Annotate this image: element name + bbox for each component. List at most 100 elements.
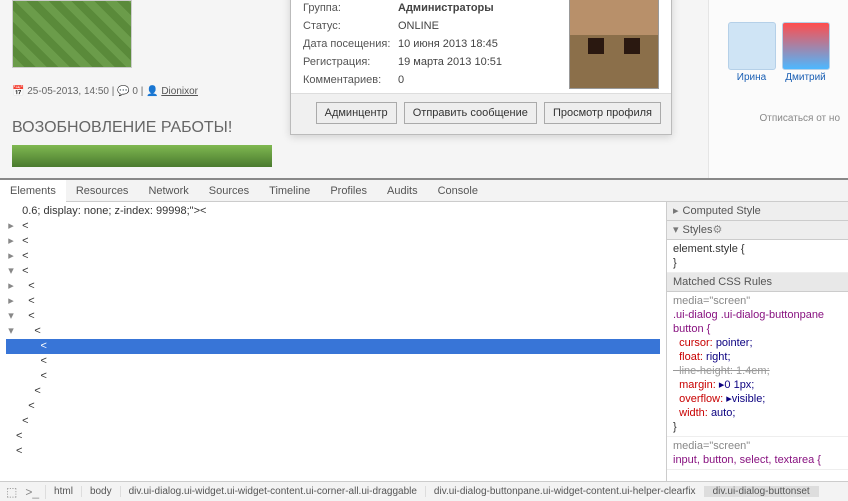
user-icon: 👤 xyxy=(146,86,158,97)
val-width: auto; xyxy=(711,407,735,419)
dom-node-line[interactable]: ▾ < xyxy=(6,309,660,324)
dom-node-line[interactable]: < xyxy=(6,354,660,369)
status-value: ONLINE xyxy=(398,17,561,35)
dom-node-line[interactable]: ▸ < xyxy=(6,279,660,294)
widget-user-1-name: Ирина xyxy=(737,72,766,83)
dom-node-line[interactable]: ▸ < xyxy=(6,234,660,249)
inspect-icon[interactable]: ⬚ xyxy=(6,485,17,499)
post-thumbnail-2[interactable] xyxy=(12,145,272,167)
group-value: Администраторы xyxy=(398,0,561,17)
styles-panel[interactable]: ▸Computed Style ▾Styles⚙ element.style {… xyxy=(666,202,848,481)
vk-icon xyxy=(728,22,776,70)
page-content: 📅 25-05-2013, 14:50 | 💬 0 | 👤 Dionixor В… xyxy=(0,0,848,178)
visit-value: 10 июня 2013 18:45 xyxy=(398,35,561,53)
gear-icon[interactable]: ⚙ xyxy=(713,223,723,237)
dom-node-line[interactable]: 0.6; display: none; z-index: 99998;">< xyxy=(6,204,660,219)
val-lh: 1.4em; xyxy=(736,365,770,377)
prop-overflow: overflow: xyxy=(679,393,723,405)
post-comments: 💬 0 xyxy=(117,86,138,97)
dom-node-line[interactable]: < xyxy=(6,369,660,384)
tab-sources[interactable]: Sources xyxy=(199,180,259,202)
dom-node-line[interactable]: < xyxy=(6,414,660,429)
prop-float: float: xyxy=(679,351,703,363)
group-label: Группа: xyxy=(303,0,398,17)
reg-label: Регистрация: xyxy=(303,53,398,71)
left-column: 📅 25-05-2013, 14:50 | 💬 0 | 👤 Dionixor В… xyxy=(12,0,282,167)
val-cursor: pointer; xyxy=(716,337,753,349)
dom-node-line[interactable]: < xyxy=(6,444,660,459)
styles-label: Styles xyxy=(683,223,713,237)
val-margin: ▸0 1px; xyxy=(719,379,755,391)
prop-lh: line-height: xyxy=(679,365,733,377)
profile-dialog: Группа:Администраторы Статус:ONLINE Дата… xyxy=(290,0,672,135)
matched-rules-label: Matched CSS Rules xyxy=(667,273,848,292)
element-style-selector: element.style { xyxy=(673,242,842,256)
sidebar-widgets: Ирина Дмитрий Отписаться от но xyxy=(708,0,848,178)
profile-buttons: Админцентр Отправить сообщение Просмотр … xyxy=(291,93,671,134)
styles-section[interactable]: ▾Styles⚙ xyxy=(667,221,848,240)
console-icon[interactable]: >_ xyxy=(25,485,39,499)
dom-node-line[interactable]: ▸ < xyxy=(6,294,660,309)
elements-tree[interactable]: 0.6; display: none; z-index: 99998;"><▸ … xyxy=(0,202,666,481)
element-style-block[interactable]: element.style { } xyxy=(667,240,848,273)
post-meta: 📅 25-05-2013, 14:50 | 💬 0 | 👤 Dionixor xyxy=(12,86,282,97)
css-rule-block-2[interactable]: media="screen" input, button, select, te… xyxy=(667,437,848,470)
game-icon xyxy=(782,22,830,70)
dom-node-line[interactable]: ▸ < xyxy=(6,219,660,234)
brace-close: } xyxy=(673,256,842,270)
tab-resources[interactable]: Resources xyxy=(66,180,139,202)
dom-node-line[interactable]: ▸ < xyxy=(6,249,660,264)
css-selector: .ui-dialog .ui-dialog-buttonpane button … xyxy=(673,308,842,336)
post-thumbnail[interactable] xyxy=(12,0,132,68)
tab-audits[interactable]: Audits xyxy=(377,180,428,202)
reg-value: 19 марта 2013 10:51 xyxy=(398,53,561,71)
profile-info: Группа:Администраторы Статус:ONLINE Дата… xyxy=(303,0,561,89)
val-overflow: ▸visible; xyxy=(726,393,765,405)
crumb-html[interactable]: html xyxy=(46,486,82,497)
visit-label: Дата посещения: xyxy=(303,35,398,53)
post-date: 📅 25-05-2013, 14:50 xyxy=(12,86,109,97)
val-float: right; xyxy=(706,351,730,363)
comments-label: Комментариев: xyxy=(303,71,398,89)
brace-close-2: } xyxy=(673,420,842,434)
send-message-button[interactable]: Отправить сообщение xyxy=(404,102,537,124)
dom-node-line[interactable]: < xyxy=(6,399,660,414)
devtools-tabs: Elements Resources Network Sources Timel… xyxy=(0,180,848,202)
unsubscribe-link[interactable]: Отписаться от но xyxy=(713,113,844,124)
tab-timeline[interactable]: Timeline xyxy=(259,180,320,202)
tab-profiles[interactable]: Profiles xyxy=(320,180,377,202)
dom-node-line[interactable]: < xyxy=(6,384,660,399)
widget-user-1[interactable]: Ирина xyxy=(728,22,776,83)
post-title: ВОЗОБНОВЛЕНИЕ РАБОТЫ! xyxy=(12,119,282,137)
status-label: Статус: xyxy=(303,17,398,35)
css-selector-2: input, button, select, textarea { xyxy=(673,453,842,467)
computed-style-section[interactable]: ▸Computed Style xyxy=(667,202,848,221)
breadcrumb: ⬚ >_ html body div.ui-dialog.ui-widget.u… xyxy=(0,481,848,501)
post-author-link[interactable]: Dionixor xyxy=(161,86,198,97)
crumb-dialog[interactable]: div.ui-dialog.ui-widget.ui-widget-conten… xyxy=(121,486,426,497)
prop-width: width: xyxy=(679,407,708,419)
css-rule-block[interactable]: media="screen" .ui-dialog .ui-dialog-but… xyxy=(667,292,848,437)
media-query: media="screen" xyxy=(673,294,842,308)
dom-node-line[interactable]: ▾ < xyxy=(6,264,660,279)
view-profile-button[interactable]: Просмотр профиля xyxy=(544,102,661,124)
tab-network[interactable]: Network xyxy=(138,180,198,202)
computed-style-label: Computed Style xyxy=(683,204,761,218)
crumb-buttonset[interactable]: div.ui-dialog-buttonset xyxy=(705,486,819,497)
crumb-buttonpane[interactable]: div.ui-dialog-buttonpane.ui-widget-conte… xyxy=(426,486,705,497)
widget-user-2[interactable]: Дмитрий xyxy=(782,22,830,83)
crumb-body[interactable]: body xyxy=(82,486,121,497)
dom-node-line[interactable]: < xyxy=(6,339,660,354)
tab-console[interactable]: Console xyxy=(428,180,488,202)
devtools: Elements Resources Network Sources Timel… xyxy=(0,178,848,501)
prop-cursor: cursor: xyxy=(679,337,713,349)
widget-user-2-name: Дмитрий xyxy=(785,72,826,83)
dom-node-line[interactable]: < xyxy=(6,429,660,444)
avatar xyxy=(569,0,659,89)
admincenter-button[interactable]: Админцентр xyxy=(316,102,397,124)
tab-elements[interactable]: Elements xyxy=(0,178,66,202)
media-query-2: media="screen" xyxy=(673,439,842,453)
comments-value: 0 xyxy=(398,71,561,89)
crumb-icons: ⬚ >_ xyxy=(0,485,46,499)
dom-node-line[interactable]: ▾ < xyxy=(6,324,660,339)
